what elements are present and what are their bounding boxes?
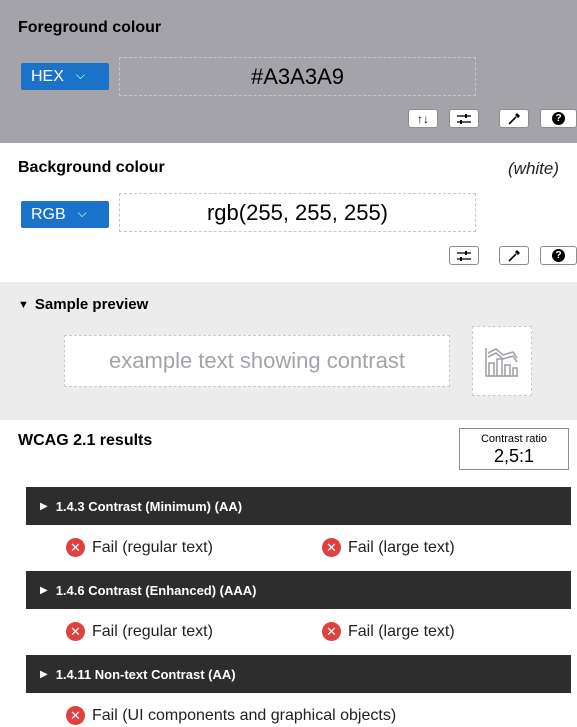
background-color-value: rgb(255, 255, 255): [206, 199, 389, 225]
criterion-toggle-1-4-11[interactable]: ▶ 1.4.11 Non-text Contrast (AA): [26, 655, 571, 693]
foreground-title: Foreground colour: [18, 19, 162, 36]
triangle-right-icon: ▶: [40, 668, 48, 680]
foreground-format-select[interactable]: HEX ⌵: [21, 63, 109, 90]
help-icon: ?: [552, 112, 565, 125]
result-text: Fail (large text): [348, 538, 455, 556]
result-text: Fail (regular text): [92, 538, 213, 556]
chevron-down-icon: ⌵: [75, 68, 86, 82]
background-color-name: (white): [508, 159, 560, 178]
background-format-label: RGB: [31, 205, 66, 223]
background-color-input[interactable]: rgb(255, 255, 255): [119, 193, 476, 232]
contrast-ratio-value: 2,5:1: [493, 446, 535, 466]
foreground-format-label: HEX: [31, 67, 64, 85]
eyedropper-icon: [508, 112, 520, 125]
sample-text-preview: example text showing contrast: [64, 335, 450, 387]
fail-icon: ✕: [322, 622, 341, 641]
swap-colors-button[interactable]: ↑↓: [408, 109, 438, 128]
result-text: Fail (regular text): [92, 622, 213, 640]
triangle-right-icon: ▶: [40, 584, 48, 596]
sample-preview-title: Sample preview: [34, 296, 149, 313]
criterion-toggle-1-4-3[interactable]: ▶ 1.4.3 Contrast (Minimum) (AA): [26, 487, 571, 525]
sliders-icon: [457, 250, 471, 261]
sliders-icon: [457, 113, 471, 124]
criterion-title: 1.4.6 Contrast (Enhanced) (AAA): [55, 582, 257, 598]
criterion-toggle-1-4-6[interactable]: ▶ 1.4.6 Contrast (Enhanced) (AAA): [26, 571, 571, 609]
results-title: WCAG 2.1 results: [18, 432, 153, 449]
fail-icon: ✕: [66, 538, 85, 557]
triangle-down-icon: ▼: [18, 298, 29, 311]
chart-graphic-icon: [485, 348, 518, 377]
sample-graphic-preview: [472, 326, 532, 396]
result-item: ✕ Fail (regular text): [66, 622, 213, 641]
result-item: ✕ Fail (large text): [322, 622, 455, 641]
sample-preview-toggle[interactable]: ▼ Sample preview: [18, 296, 148, 313]
foreground-color-value: #A3A3A9: [251, 63, 344, 89]
criterion-title: 1.4.11 Non-text Contrast (AA): [55, 666, 236, 682]
foreground-color-input[interactable]: #A3A3A9: [119, 57, 476, 96]
result-item: ✕ Fail (large text): [322, 538, 455, 557]
criterion-title: 1.4.3 Contrast (Minimum) (AA): [55, 498, 243, 514]
fail-icon: ✕: [322, 538, 341, 557]
background-adjust-button[interactable]: [449, 246, 479, 265]
result-item: ✕ Fail (UI components and graphical obje…: [66, 706, 396, 725]
chevron-down-icon: ⌵: [77, 206, 87, 220]
eyedropper-icon: [508, 249, 520, 262]
sample-text: example text showing contrast: [109, 348, 405, 373]
result-text: Fail (large text): [348, 622, 455, 640]
foreground-help-button[interactable]: ?: [540, 109, 577, 128]
help-icon: ?: [552, 249, 565, 262]
background-format-select[interactable]: RGB ⌵: [21, 201, 109, 228]
background-title: Background colour: [18, 159, 165, 176]
fail-icon: ✕: [66, 622, 85, 641]
contrast-ratio-box: Contrast ratio 2,5:1: [459, 428, 569, 470]
foreground-eyedropper-button[interactable]: [499, 109, 529, 128]
swap-icon: ↑↓: [417, 111, 429, 126]
background-help-button[interactable]: ?: [540, 246, 577, 265]
fail-icon: ✕: [66, 706, 85, 725]
contrast-ratio-label: Contrast ratio: [480, 433, 548, 445]
foreground-adjust-button[interactable]: [449, 109, 479, 128]
result-item: ✕ Fail (regular text): [66, 538, 213, 557]
result-text: Fail (UI components and graphical object…: [92, 706, 397, 724]
triangle-right-icon: ▶: [40, 500, 48, 512]
background-eyedropper-button[interactable]: [499, 246, 529, 265]
